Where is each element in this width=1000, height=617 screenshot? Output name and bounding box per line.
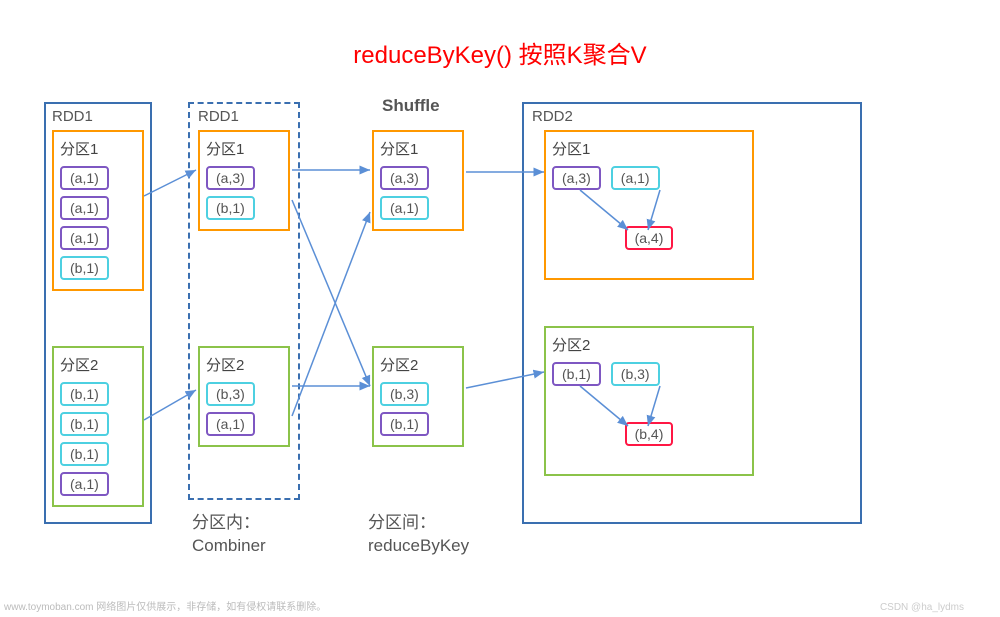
tuple: (b,1): [60, 442, 109, 466]
tuple: (a,1): [60, 226, 109, 250]
tuple: (a,3): [552, 166, 601, 190]
shuffle-label: Shuffle: [382, 96, 440, 116]
reduce-en-label: reduceByKey: [368, 536, 469, 556]
combiner-cn-label: 分区内：: [192, 508, 260, 533]
tuple: (b,3): [611, 362, 660, 386]
tuple: (b,3): [206, 382, 255, 406]
watermark-right: CSDN @ha_lydms: [880, 602, 964, 613]
tuple: (b,1): [206, 196, 255, 220]
tuple: (a,3): [380, 166, 429, 190]
rdd1-left-label: RDD1: [52, 108, 93, 125]
tuple: (a,1): [611, 166, 660, 190]
reduce-cn-label: 分区间：: [368, 508, 436, 533]
left-partition-2: 分区2 (b,1) (b,1) (b,1) (a,1): [52, 346, 144, 507]
partition-label: 分区2: [552, 334, 746, 355]
tuple: (a,1): [60, 166, 109, 190]
mid-partition-2: 分区2 (b,3) (a,1): [198, 346, 290, 447]
tuple: (a,1): [60, 196, 109, 220]
tuple: (b,1): [60, 382, 109, 406]
watermark-left: www.toymoban.com 网络图片仅供展示，非存储，如有侵权请联系删除。: [4, 598, 326, 613]
partition-label: 分区2: [206, 354, 282, 375]
combiner-en-label: Combiner: [192, 536, 266, 556]
tuple: (b,1): [60, 256, 109, 280]
shuffle-partition-2: 分区2 (b,3) (b,1): [372, 346, 464, 447]
tuple: (b,1): [380, 412, 429, 436]
diagram-canvas: RDD1 分区1 (a,1) (a,1) (a,1) (b,1) 分区2 (b,…: [40, 90, 960, 570]
tuple: (a,1): [60, 472, 109, 496]
tuple: (b,3): [380, 382, 429, 406]
partition-label: 分区1: [206, 138, 282, 159]
tuple: (b,1): [552, 362, 601, 386]
rdd2-label: RDD2: [532, 108, 573, 125]
partition-label: 分区2: [60, 354, 136, 375]
rdd1-mid-label: RDD1: [198, 108, 239, 125]
tuple: (a,1): [380, 196, 429, 220]
mid-partition-1: 分区1 (a,3) (b,1): [198, 130, 290, 231]
diagram-title: reduceByKey() 按照K聚合V: [0, 0, 1000, 90]
partition-label: 分区1: [552, 138, 746, 159]
result-tuple: (a,4): [625, 226, 674, 250]
tuple: (a,1): [206, 412, 255, 436]
result-tuple: (b,4): [625, 422, 674, 446]
partition-label: 分区1: [60, 138, 136, 159]
right-partition-2: 分区2 (b,1) (b,3) (b,4): [544, 326, 754, 476]
partition-label: 分区2: [380, 354, 456, 375]
left-partition-1: 分区1 (a,1) (a,1) (a,1) (b,1): [52, 130, 144, 291]
right-partition-1: 分区1 (a,3) (a,1) (a,4): [544, 130, 754, 280]
partition-label: 分区1: [380, 138, 456, 159]
shuffle-partition-1: 分区1 (a,3) (a,1): [372, 130, 464, 231]
tuple: (b,1): [60, 412, 109, 436]
tuple: (a,3): [206, 166, 255, 190]
